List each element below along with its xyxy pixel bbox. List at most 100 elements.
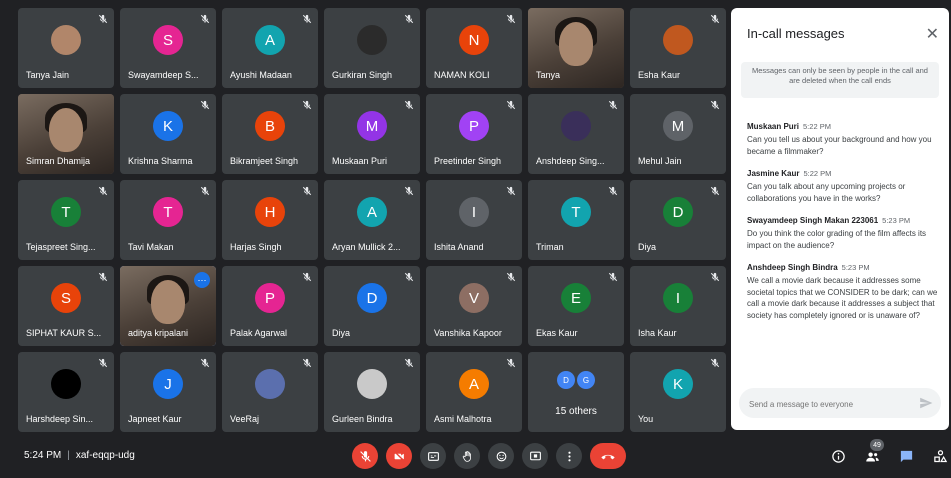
participant-avatar: M: [663, 111, 693, 141]
activities-icon[interactable]: [929, 443, 951, 469]
participant-name: NAMAN KOLI: [434, 70, 490, 80]
participant-tile[interactable]: Simran Dhamija: [18, 94, 114, 174]
chat-panel: In-call messages ✕ Messages can only be …: [731, 8, 949, 430]
message-time: 5:22 PM: [803, 122, 831, 131]
participant-name: Tavi Makan: [128, 242, 174, 252]
participant-tile[interactable]: Harshdeep Sin...: [18, 352, 114, 432]
participant-tile[interactable]: E Ekas Kaur: [528, 266, 624, 346]
captions-icon[interactable]: [420, 443, 446, 469]
mic-off-icon: [710, 14, 720, 24]
participant-tile[interactable]: S Swayamdeep S...: [120, 8, 216, 88]
participant-tile[interactable]: T Triman: [528, 180, 624, 260]
mic-off-icon: [404, 272, 414, 282]
participant-tile[interactable]: K Krishna Sharma: [120, 94, 216, 174]
participant-avatar: H: [255, 197, 285, 227]
video-subject-face: [151, 280, 185, 324]
meeting-info: 5:24 PM | xaf-eqqp-udg: [24, 450, 135, 461]
mic-off-icon: [200, 358, 210, 368]
participant-tile[interactable]: Gurleen Bindra: [324, 352, 420, 432]
mic-off-icon[interactable]: [352, 443, 378, 469]
participant-tile[interactable]: N NAMAN KOLI: [426, 8, 522, 88]
participant-tile[interactable]: Tanya Jain: [18, 8, 114, 88]
participant-name: SIPHAT KAUR S...: [26, 328, 102, 338]
chat-title: In-call messages: [747, 26, 845, 41]
participant-tile[interactable]: Anshdeep Sing...: [528, 94, 624, 174]
participant-tile[interactable]: A Asmi Malhotra: [426, 352, 522, 432]
emoji-icon[interactable]: [488, 443, 514, 469]
participant-avatar: I: [459, 197, 489, 227]
participant-tile[interactable]: M Mehul Jain: [630, 94, 726, 174]
participant-tile[interactable]: ⋯ aditya kripalani: [120, 266, 216, 346]
side-controls: 49: [827, 439, 951, 469]
participant-tile[interactable]: B Bikramjeet Singh: [222, 94, 318, 174]
end-call-icon[interactable]: [590, 443, 626, 469]
participant-tile[interactable]: S SIPHAT KAUR S...: [18, 266, 114, 346]
message-sender: Swayamdeep Singh Makan 223061 5:23 PM: [747, 216, 941, 225]
participant-name: Esha Kaur: [638, 70, 681, 80]
info-icon[interactable]: [827, 443, 849, 469]
close-icon[interactable]: ✕: [926, 24, 939, 44]
tile-more-icon[interactable]: ⋯: [194, 272, 210, 288]
participant-tile[interactable]: Gurkiran Singh: [324, 8, 420, 88]
participant-tile[interactable]: K You: [630, 352, 726, 432]
mic-off-icon: [302, 272, 312, 282]
chat-icon[interactable]: [895, 443, 917, 469]
mic-off-icon: [98, 272, 108, 282]
chat-notice: Messages can only be seen by people in t…: [741, 62, 939, 98]
participant-tile[interactable]: H Harjas Singh: [222, 180, 318, 260]
message-input[interactable]: [747, 395, 921, 413]
separator: |: [67, 450, 70, 461]
participant-tile[interactable]: I Isha Kaur: [630, 266, 726, 346]
people-icon[interactable]: 49: [861, 439, 884, 469]
message-list: Muskaan Puri 5:22 PM Can you tell us about…: [747, 122, 941, 333]
more-icon[interactable]: [556, 443, 582, 469]
raise-hand-icon[interactable]: [454, 443, 480, 469]
participant-name: Muskaan Puri: [332, 156, 388, 166]
participant-tile[interactable]: D G 15 others: [528, 352, 624, 432]
mic-off-icon: [200, 14, 210, 24]
participant-tile[interactable]: V Vanshika Kapoor: [426, 266, 522, 346]
participant-tile[interactable]: Tanya: [528, 8, 624, 88]
present-icon[interactable]: [522, 443, 548, 469]
participant-avatar: [51, 369, 81, 399]
mic-off-icon: [302, 100, 312, 110]
mic-off-icon: [200, 100, 210, 110]
participant-name: Swayamdeep S...: [128, 70, 199, 80]
chat-message: Muskaan Puri 5:22 PM Can you tell us about…: [747, 122, 941, 157]
meeting-code[interactable]: xaf-eqqp-udg: [76, 450, 135, 461]
message-sender: Jasmine Kaur 5:22 PM: [747, 169, 941, 178]
participant-avatar: P: [459, 111, 489, 141]
message-sender: Muskaan Puri 5:22 PM: [747, 122, 941, 131]
participant-name: Preetinder Singh: [434, 156, 502, 166]
participant-tile[interactable]: M Muskaan Puri: [324, 94, 420, 174]
call-controls: [352, 443, 626, 469]
participant-tile[interactable]: D Diya: [630, 180, 726, 260]
participant-name: Anshdeep Sing...: [536, 156, 605, 166]
participant-tile[interactable]: I Ishita Anand: [426, 180, 522, 260]
others-avatar: G: [577, 371, 595, 389]
sender-name: Jasmine Kaur: [747, 169, 800, 178]
participant-name: aditya kripalani: [128, 328, 189, 338]
participant-name: Asmi Malhotra: [434, 414, 492, 424]
participant-tile[interactable]: J Japneet Kaur: [120, 352, 216, 432]
send-icon[interactable]: [919, 396, 933, 410]
mic-off-icon: [710, 100, 720, 110]
participant-avatar: D: [357, 283, 387, 313]
mic-off-icon: [98, 14, 108, 24]
participant-tile[interactable]: D Diya: [324, 266, 420, 346]
participant-tile[interactable]: A Aryan Mullick 2...: [324, 180, 420, 260]
participant-tile[interactable]: P Palak Agarwal: [222, 266, 318, 346]
participant-avatar: [663, 25, 693, 55]
participant-tile[interactable]: T Tejaspreet Sing...: [18, 180, 114, 260]
participant-tile[interactable]: T Tavi Makan: [120, 180, 216, 260]
participant-tile[interactable]: VeeRaj: [222, 352, 318, 432]
participant-name: Harshdeep Sin...: [26, 414, 94, 424]
mic-off-icon: [506, 100, 516, 110]
participant-tile[interactable]: Esha Kaur: [630, 8, 726, 88]
participant-tile[interactable]: A Ayushi Madaan: [222, 8, 318, 88]
participant-tile[interactable]: P Preetinder Singh: [426, 94, 522, 174]
participant-avatar: [357, 369, 387, 399]
participant-avatar: [561, 111, 591, 141]
participant-name: Simran Dhamija: [26, 156, 91, 166]
camera-off-icon[interactable]: [386, 443, 412, 469]
